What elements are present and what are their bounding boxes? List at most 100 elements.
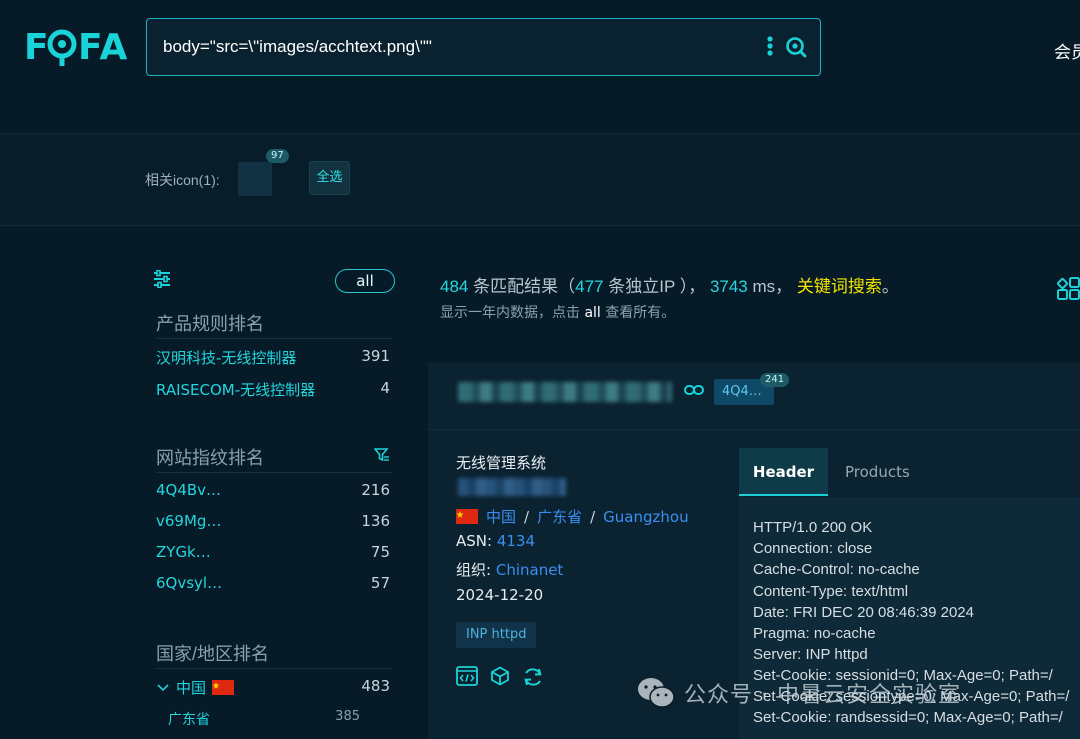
divider: [156, 338, 392, 339]
region-name[interactable]: 广东省: [156, 709, 210, 729]
icon-count-badge: 97: [266, 149, 289, 163]
separator: /: [590, 507, 596, 526]
header-line: Cache-Control: no-cache: [753, 561, 920, 578]
filter-funnel-icon[interactable]: [374, 448, 390, 462]
fofa-logo[interactable]: F FA: [24, 26, 154, 68]
fingerprint-count: 216: [361, 481, 390, 499]
redacted-domain[interactable]: [458, 478, 566, 496]
header-line: Content-Type: text/html: [753, 583, 909, 600]
search-icon[interactable]: [784, 35, 808, 59]
results-summary: 484 条匹配结果（477 条独立IP ）， 3743 ms， 关键词搜索。: [440, 272, 899, 297]
note-suffix: 查看所有。: [605, 305, 676, 321]
hash-count-badge: 241: [760, 373, 790, 387]
watermark-text: 公众号 · 中暑云安全实验室: [684, 683, 961, 708]
header-line: Date: FRI DEC 20 08:46:39 2024: [753, 604, 974, 621]
unique-label: 条独立IP ），: [608, 277, 706, 296]
country-link[interactable]: 中国: [486, 506, 516, 527]
divider: [156, 668, 392, 669]
region-count: 385: [335, 709, 360, 724]
location: 中国 / 广东省 / Guangzhou: [456, 506, 689, 527]
fingerprint-name[interactable]: v69Mg…: [156, 512, 221, 530]
tab-header[interactable]: Header: [739, 448, 828, 496]
header-line: Server: INP httpd: [753, 646, 868, 663]
region-row[interactable]: 广东省 385: [156, 709, 390, 729]
country-item[interactable]: 中国: [156, 677, 235, 698]
fofa-logo-icon: F FA: [24, 27, 128, 68]
favicon-thumbnail[interactable]: [238, 162, 272, 196]
country-ranking-title: 国家/地区排名: [156, 644, 270, 664]
member-link[interactable]: 会员: [1054, 38, 1080, 63]
fingerprint-row[interactable]: 4Q4Bv… 216: [156, 481, 390, 499]
all-toggle-button[interactable]: all: [335, 269, 395, 293]
layout-grid-icon[interactable]: [1057, 277, 1080, 301]
product-name[interactable]: RAISECOM-无线控制器: [156, 379, 315, 400]
cube-icon[interactable]: [490, 666, 510, 686]
server-tag[interactable]: INP httpd: [456, 622, 537, 648]
result-card-header: 4Q4… 241: [428, 362, 1080, 430]
product-name[interactable]: 汉明科技-无线控制器: [156, 347, 296, 368]
country-row[interactable]: 中国 483: [156, 677, 390, 698]
separator: /: [524, 507, 530, 526]
fingerprint-name[interactable]: ZYGk…: [156, 543, 211, 561]
date: 2024-12-20: [456, 586, 544, 604]
fingerprint-count: 75: [370, 543, 390, 561]
search-input[interactable]: [163, 37, 723, 57]
header-line: Set-Cookie: randsessid=0; Max-Age=0; Pat…: [753, 709, 1063, 726]
redacted-host[interactable]: [458, 382, 672, 402]
product-ranking-title: 产品规则排名: [156, 314, 264, 334]
select-all-button[interactable]: 全选: [309, 161, 350, 195]
divider: [156, 472, 392, 473]
time-unit: ms，: [752, 277, 793, 296]
china-flag-icon: [456, 509, 478, 524]
total-label: 条匹配结果（: [473, 277, 576, 296]
svg-text:FA: FA: [78, 27, 128, 68]
asn-line: ASN: 4134: [456, 532, 535, 550]
fingerprint-row[interactable]: 6Qvsyl… 57: [156, 574, 390, 592]
fingerprint-name[interactable]: 6Qvsyl…: [156, 574, 222, 592]
fingerprint-ranking-title: 网站指纹排名: [156, 448, 264, 468]
fingerprint-count: 57: [370, 574, 390, 592]
fingerprint-row[interactable]: v69Mg… 136: [156, 512, 390, 530]
related-icon-label: 相关icon(1):: [145, 172, 220, 188]
keyword-search-link[interactable]: 关键词搜索: [797, 277, 882, 296]
note-prefix: 显示一年内数据，点击: [440, 305, 580, 321]
country-count: 483: [361, 677, 390, 695]
city-link[interactable]: Guangzhou: [603, 508, 688, 526]
link-icon[interactable]: [684, 384, 704, 396]
country-name[interactable]: 中国: [176, 677, 206, 698]
card-actions: [456, 666, 544, 688]
chevron-down-icon[interactable]: [156, 683, 170, 693]
detail-tabs: Header Products: [739, 448, 1080, 496]
header-line: Connection: close: [753, 540, 873, 557]
unique-count: 477: [575, 277, 604, 296]
fingerprint-row[interactable]: ZYGk… 75: [156, 543, 390, 561]
filter-settings-icon[interactable]: [152, 270, 172, 288]
wechat-watermark: 公众号 · 中暑云安全实验室: [636, 676, 961, 710]
fingerprint-count: 136: [361, 512, 390, 530]
related-icon-bar: 相关icon(1): 97 全选: [0, 134, 1080, 226]
tab-products[interactable]: Products: [845, 448, 910, 496]
code-view-icon[interactable]: [456, 666, 478, 686]
org-label: 组织:: [456, 561, 492, 579]
more-options-icon[interactable]: [766, 35, 774, 57]
search-bar[interactable]: [146, 18, 821, 76]
query-time: 3743: [709, 277, 748, 296]
product-count: 4: [380, 379, 390, 397]
fingerprint-name[interactable]: 4Q4Bv…: [156, 481, 221, 499]
product-row[interactable]: RAISECOM-无线控制器 4: [156, 379, 390, 400]
results-note: 显示一年内数据，点击 all 查看所有。: [440, 302, 675, 322]
total-count: 484: [440, 277, 469, 296]
header-line: HTTP/1.0 200 OK: [753, 519, 873, 536]
product-row[interactable]: 汉明科技-无线控制器 391: [156, 347, 390, 368]
top-bar: F FA 会员: [0, 0, 1080, 134]
svg-text:F: F: [24, 27, 50, 68]
org-line: 组织: Chinanet: [456, 559, 563, 580]
wechat-icon: [638, 678, 675, 708]
product-count: 391: [361, 347, 390, 365]
refresh-icon[interactable]: [522, 666, 544, 688]
show-all-link[interactable]: all: [584, 305, 600, 321]
header-line: Pragma: no-cache: [753, 625, 876, 642]
asn-link[interactable]: 4134: [497, 532, 535, 550]
org-link[interactable]: Chinanet: [496, 561, 563, 579]
province-link[interactable]: 广东省: [537, 506, 582, 527]
